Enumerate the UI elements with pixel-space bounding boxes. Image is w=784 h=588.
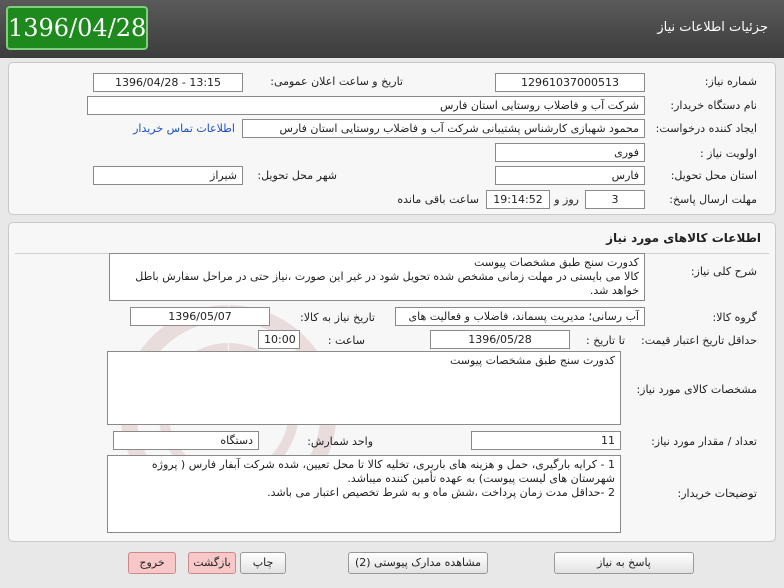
creator-label: ایجاد کننده درخواست: [655, 122, 757, 135]
need-number-field: 12961037000513 [495, 73, 645, 92]
need-date-label: تاریخ نیاز به کالا: [300, 311, 375, 324]
print-button[interactable]: چاپ [240, 552, 286, 574]
remaining-word: ساعت باقی مانده [397, 193, 479, 206]
attachments-button[interactable]: مشاهده مدارک پیوستی (2) [348, 552, 488, 574]
creator-field: محمود شهبازی کارشناس پشتیبانی شرکت آب و … [242, 119, 645, 138]
qty-label: تعداد / مقدار مورد نیاز: [651, 435, 757, 448]
buyer-notes-label: توضیحات خریدار: [677, 487, 758, 500]
unit-field: دستگاه [113, 431, 259, 450]
validity-date-field: 1396/05/28 [430, 330, 570, 349]
need-date-field: 1396/05/07 [130, 307, 270, 326]
exit-button[interactable]: خروج [128, 552, 176, 574]
time-remaining-field: 19:14:52 [486, 190, 550, 209]
goods-section-title: اطلاعات کالاهای مورد نیاز [606, 231, 761, 245]
page-title: جزئیات اطلاعات نیاز [657, 20, 768, 35]
province-field: فارس [495, 166, 645, 185]
buyer-org-field: شرکت آب و فاضلاب روستایی استان فارس [87, 96, 645, 115]
buyer-org-label: نام دستگاه خریدار: [670, 99, 757, 112]
priority-label: اولویت نیاز : [699, 147, 757, 160]
buyer-notes-field: 1 - کرایه بارگیری، حمل و هزینه های باربر… [107, 455, 621, 533]
need-info-panel: شماره نیاز: 12961037000513 تاریخ و ساعت … [8, 62, 776, 215]
desc-field: کدورت سنج طبق مشخصات پیوست کالا می بایست… [109, 253, 645, 301]
deadline-label: مهلت ارسال پاسخ: [669, 193, 757, 206]
city-field: شیراز [93, 166, 243, 185]
header-date-badge: 1396/04/28 [6, 6, 148, 50]
days-field: 3 [585, 190, 645, 209]
group-field: آب رسانی؛ مدیریت پسماند، فاضلاب و فعالیت… [395, 307, 645, 326]
goods-panel: اطلاعات کالاهای مورد نیاز شرح کلی نیاز: … [8, 222, 776, 542]
back-button[interactable]: بازگشت [188, 552, 236, 574]
group-label: گروه کالا: [712, 311, 757, 324]
city-label: شهر محل تحویل: [257, 169, 337, 182]
qty-field: 11 [471, 431, 621, 450]
hour-field: 10:00 [258, 330, 300, 349]
specs-label: مشخصات کالای مورد نیاز: [636, 383, 757, 396]
province-label: استان محل تحویل: [670, 169, 757, 182]
unit-label: واحد شمارش: [307, 435, 373, 448]
priority-field: فوری [495, 143, 645, 162]
until-label: تا تاریخ : [586, 334, 625, 347]
days-word: روز و [554, 193, 579, 206]
announce-field: 1396/04/28 - 13:15 [93, 73, 243, 92]
title-bar: جزئیات اطلاعات نیاز 1396/04/28 [0, 0, 784, 58]
desc-label: شرح کلی نیاز: [690, 265, 757, 278]
buyer-contact-link[interactable]: اطلاعات تماس خریدار [133, 122, 235, 135]
announce-label: تاریخ و ساعت اعلان عمومی: [270, 75, 403, 88]
validity-label: حداقل تاریخ اعتبار قیمت: [641, 334, 757, 347]
hour-label: ساعت : [327, 334, 365, 347]
reply-button[interactable]: پاسخ به نیاز [554, 552, 694, 574]
need-number-label: شماره نیاز: [704, 75, 757, 88]
specs-field: کدورت سنج طبق مشخصات پیوست [107, 351, 621, 425]
